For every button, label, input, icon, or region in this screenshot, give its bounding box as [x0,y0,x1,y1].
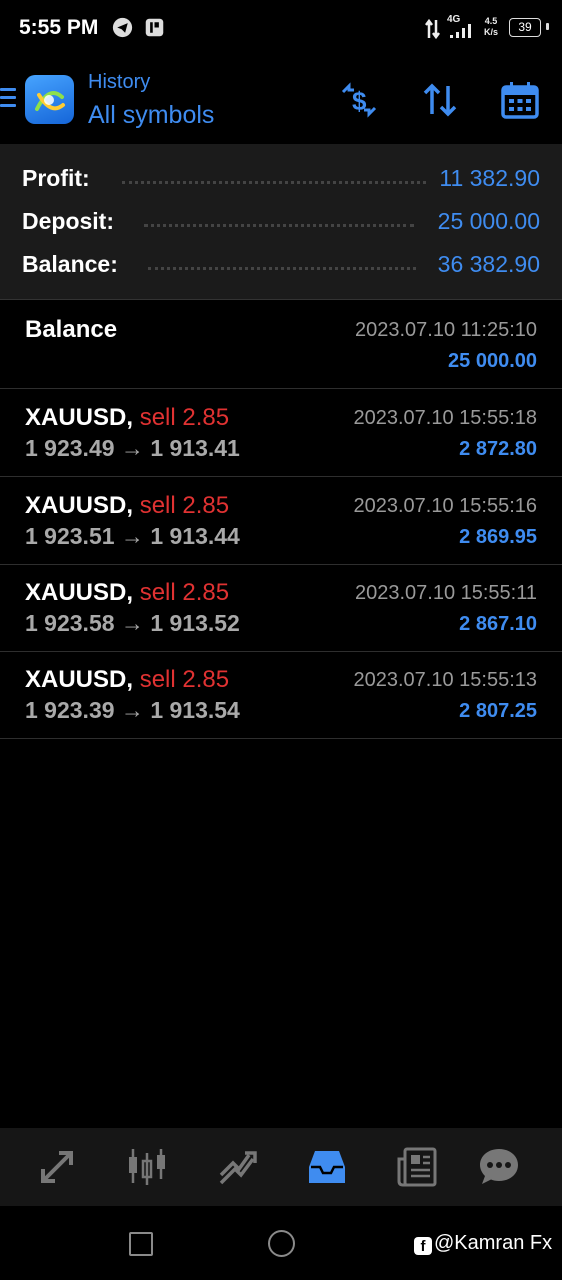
menu-icon[interactable] [0,88,16,110]
balance-value: 36 382.90 [437,251,540,277]
deal-prices: 1 923.39 → 1 913.54 [25,697,240,724]
network-speed-unit: K/s [484,27,499,37]
deal-profit: 2 807.25 [459,700,537,722]
deal-prices: 1 923.51 → 1 913.44 [25,523,240,550]
deal-close-price: 1 913.44 [150,523,240,549]
deal-title: XAUUSD, sell 2.85 [25,579,229,607]
app-header: History All symbols $ [0,58,562,144]
network-speed: 4.5 K/s [484,16,498,38]
deal-open-price: 1 923.39 [25,697,115,723]
deal-close-price: 1 913.41 [150,435,240,461]
app-notification-icon [145,18,164,37]
deal-arrow: → [120,697,144,723]
deal-row[interactable]: XAUUSD, sell 2.85 1 923.39 → 1 913.54 20… [0,651,562,739]
quotes-icon[interactable] [35,1145,79,1189]
calendar-icon[interactable] [500,80,540,120]
deal-row[interactable]: XAUUSD, sell 2.85 1 923.51 → 1 913.44 20… [0,477,562,565]
dot-leader [144,224,414,227]
balance-entry-row[interactable]: Balance 2023.07.10 11:25:10 25 000.00 [0,301,562,389]
trade-icon[interactable] [215,1145,259,1189]
deposit-filter-icon[interactable]: $ [339,80,379,120]
system-nav-bar: f @Kamran Fx [0,1206,562,1280]
battery-icon: 39 [509,18,541,37]
deal-open-price: 1 923.58 [25,610,115,636]
deal-symbol: XAUUSD, [25,492,134,519]
balance-entry-title: Balance [25,316,118,343]
balance-row: Balance: 36 382.90 [22,251,540,283]
home-button[interactable] [268,1230,295,1257]
metatrader-logo-graphic [35,91,65,111]
profit-label: Profit: [22,165,90,191]
chat-icon[interactable] [477,1145,521,1189]
deal-time: 2023.07.10 15:55:13 [353,669,537,691]
network-speed-value: 4.5 [484,16,498,26]
sort-icon[interactable] [420,80,460,120]
recent-apps-button[interactable] [129,1232,153,1256]
deal-title: XAUUSD, sell 2.85 [25,666,229,694]
battery-tip [546,23,549,30]
balance-entry-time: 2023.07.10 11:25:10 [354,319,537,341]
metatrader-logo[interactable] [25,75,74,124]
deal-time: 2023.07.10 15:55:18 [353,407,537,429]
deal-type: sell 2.85 [139,492,230,519]
deal-prices: 1 923.58 → 1 913.52 [25,610,240,637]
header-subtitle: History [88,71,151,93]
news-icon[interactable] [395,1145,439,1189]
chart-icon[interactable] [125,1145,169,1189]
dot-leader [148,267,416,270]
deal-arrow: → [120,435,144,461]
bottom-nav [0,1128,562,1206]
header-title[interactable]: All symbols [88,101,214,130]
deal-time: 2023.07.10 15:55:11 [354,582,537,604]
deposit-value: 25 000.00 [437,208,540,234]
deal-open-price: 1 923.51 [25,523,115,549]
balance-label: Balance: [22,251,118,277]
deal-close-price: 1 913.54 [150,697,240,723]
deal-close-price: 1 913.52 [150,610,240,636]
deal-type: sell 2.85 [139,404,230,431]
deal-type: sell 2.85 [139,666,230,693]
deal-symbol: XAUUSD, [25,579,134,606]
dot-leader [122,181,426,184]
deal-profit: 2 869.95 [459,526,537,548]
history-icon[interactable] [305,1145,349,1189]
deal-arrow: → [120,523,144,549]
deal-symbol: XAUUSD, [25,666,134,693]
deal-title: XAUUSD, sell 2.85 [25,492,229,520]
deal-row[interactable]: XAUUSD, sell 2.85 1 923.58 → 1 913.52 20… [0,564,562,652]
signal-icon [450,24,471,38]
deal-title: XAUUSD, sell 2.85 [25,404,229,432]
telegram-icon [112,17,133,38]
deal-symbol: XAUUSD, [25,404,134,431]
deal-profit: 2 872.80 [459,438,537,460]
data-transfer-icon [425,18,440,40]
deal-arrow: → [120,610,144,636]
profit-row: Profit: 11 382.90 [22,165,540,197]
deal-row[interactable]: XAUUSD, sell 2.85 1 923.49 → 1 913.41 20… [0,389,562,477]
deal-time: 2023.07.10 15:55:16 [353,495,537,517]
summary-panel: Profit: 11 382.90 Deposit: 25 000.00 Bal… [0,144,562,300]
status-bar: 5:55 PM 4G 4.5 K/s 39 [0,0,562,58]
watermark-text: @Kamran Fx [434,1232,553,1254]
watermark: f @Kamran Fx [414,1232,552,1255]
deal-type: sell 2.85 [139,579,230,606]
deal-profit: 2 867.10 [459,613,537,635]
profit-value: 11 382.90 [439,165,540,191]
deposit-row: Deposit: 25 000.00 [22,208,540,240]
facebook-icon: f [414,1237,432,1255]
deal-prices: 1 923.49 → 1 913.41 [25,435,240,462]
deal-open-price: 1 923.49 [25,435,115,461]
status-time: 5:55 PM [19,16,99,39]
deposit-label: Deposit: [22,208,114,234]
balance-entry-amount: 25 000.00 [448,350,537,372]
